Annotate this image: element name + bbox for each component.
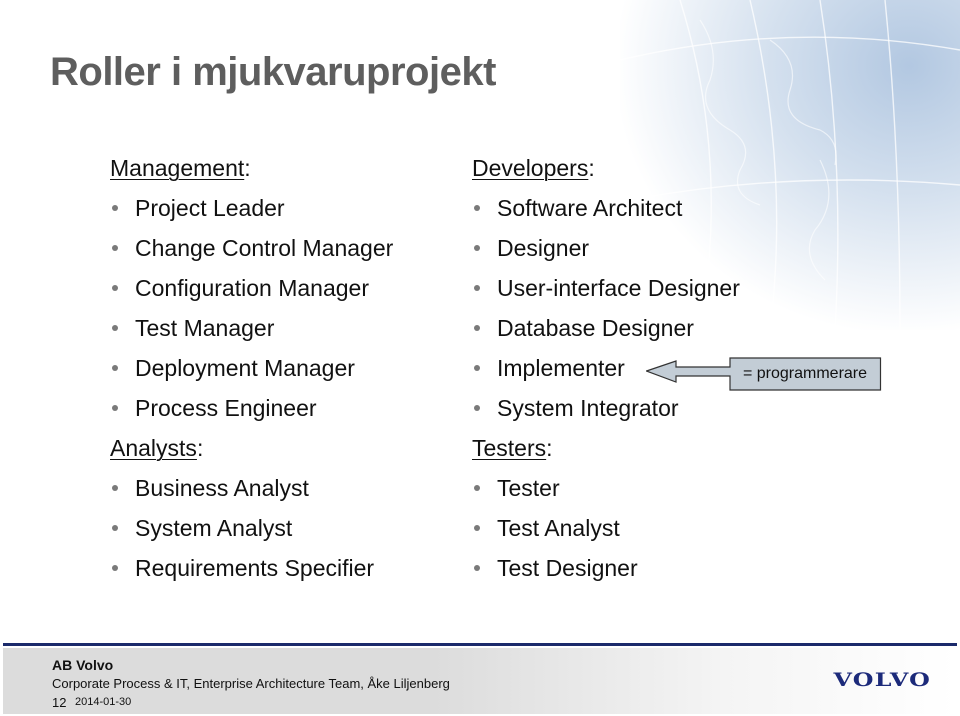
- bullet-icon: [474, 245, 480, 251]
- list-item-label: Project Leader: [135, 195, 285, 221]
- list-item-label: Business Analyst: [135, 475, 309, 501]
- list-item: System Integrator: [472, 392, 740, 432]
- bullet-icon: [474, 405, 480, 411]
- page-number: 12: [52, 695, 67, 710]
- group-heading-management: Management:: [110, 152, 393, 192]
- heading-colon: :: [588, 155, 595, 181]
- list-item-label: Designer: [497, 235, 590, 261]
- list-item-label: System Integrator: [497, 395, 679, 421]
- slide-title: Roller i mjukvaruprojekt: [50, 50, 496, 94]
- bullet-icon: [474, 525, 480, 531]
- list-item: User-interface Designer: [472, 272, 740, 312]
- bullet-icon: [474, 325, 480, 331]
- group-heading-developers: Developers:: [472, 152, 740, 192]
- list-item-label: Test Analyst: [497, 515, 620, 541]
- callout-programmerare: = programmerare: [646, 357, 882, 391]
- group-heading-analysts: Analysts:: [110, 432, 393, 472]
- list-item-label: Implementer: [497, 355, 625, 381]
- bullet-icon: [474, 365, 480, 371]
- bullet-icon: [112, 365, 118, 371]
- list-item: Process Engineer: [110, 392, 393, 432]
- list-item-label: Test Designer: [497, 555, 638, 581]
- heading-colon: :: [244, 155, 251, 181]
- heading-text: Developers: [472, 155, 589, 181]
- footer-divider: [3, 643, 957, 646]
- list-item: Tester: [472, 472, 740, 512]
- heading-colon: :: [196, 435, 204, 461]
- list-item-label: User-interface Designer: [497, 275, 740, 301]
- group-heading-testers: Testers:: [472, 432, 740, 472]
- footer-company: AB Volvo: [52, 657, 114, 673]
- list-item: System Analyst: [110, 512, 393, 552]
- list-item: Business Analyst: [110, 472, 393, 512]
- list-item: Designer: [472, 232, 740, 272]
- list-item: Requirements Specifier: [110, 552, 393, 592]
- list-item-label: Test Manager: [135, 315, 275, 341]
- list-item-label: System Analyst: [135, 515, 293, 541]
- footer-date: 2014-01-30: [75, 696, 132, 708]
- bullet-icon: [112, 485, 118, 491]
- volvo-logo: VOLVO: [833, 669, 931, 691]
- list-item-label: Software Architect: [497, 195, 683, 221]
- heading-text: Analysts: [110, 435, 197, 461]
- footer: AB Volvo Corporate Process & IT, Enterpr…: [3, 648, 957, 714]
- heading-colon: :: [546, 435, 553, 461]
- list-item: Test Analyst: [472, 512, 740, 552]
- list-item-label: Requirements Specifier: [135, 555, 375, 581]
- bullet-icon: [112, 205, 118, 211]
- list-item-label: Database Designer: [497, 315, 694, 341]
- list-item-label: Change Control Manager: [135, 235, 394, 261]
- list-item-label: Process Engineer: [135, 395, 317, 421]
- list-item-label: Configuration Manager: [135, 275, 369, 301]
- bullet-icon: [474, 485, 480, 491]
- bullet-icon: [474, 205, 480, 211]
- bullet-icon: [112, 525, 118, 531]
- bullet-icon: [112, 405, 118, 411]
- list-item: Change Control Manager: [110, 232, 393, 272]
- bullet-icon: [474, 565, 480, 571]
- bullet-icon: [474, 285, 480, 291]
- left-column: Management: Project Leader Change Contro…: [110, 152, 393, 592]
- bullet-icon: [112, 325, 118, 331]
- list-item: Deployment Manager: [110, 352, 393, 392]
- list-item: Project Leader: [110, 192, 393, 232]
- callout-label: = programmerare: [742, 365, 868, 382]
- list-item: Configuration Manager: [110, 272, 393, 312]
- bullet-icon: [112, 245, 118, 251]
- heading-text: Management: [110, 155, 245, 181]
- list-item: Test Designer: [472, 552, 740, 592]
- list-item: Database Designer: [472, 312, 740, 352]
- list-item-label: Deployment Manager: [135, 355, 355, 381]
- footer-department: Corporate Process & IT, Enterprise Archi…: [52, 676, 450, 691]
- heading-text: Testers: [472, 435, 547, 461]
- bullet-icon: [112, 285, 118, 291]
- list-item: Software Architect: [472, 192, 740, 232]
- list-item: Test Manager: [110, 312, 393, 352]
- bullet-icon: [112, 565, 118, 571]
- list-item-label: Tester: [497, 475, 560, 501]
